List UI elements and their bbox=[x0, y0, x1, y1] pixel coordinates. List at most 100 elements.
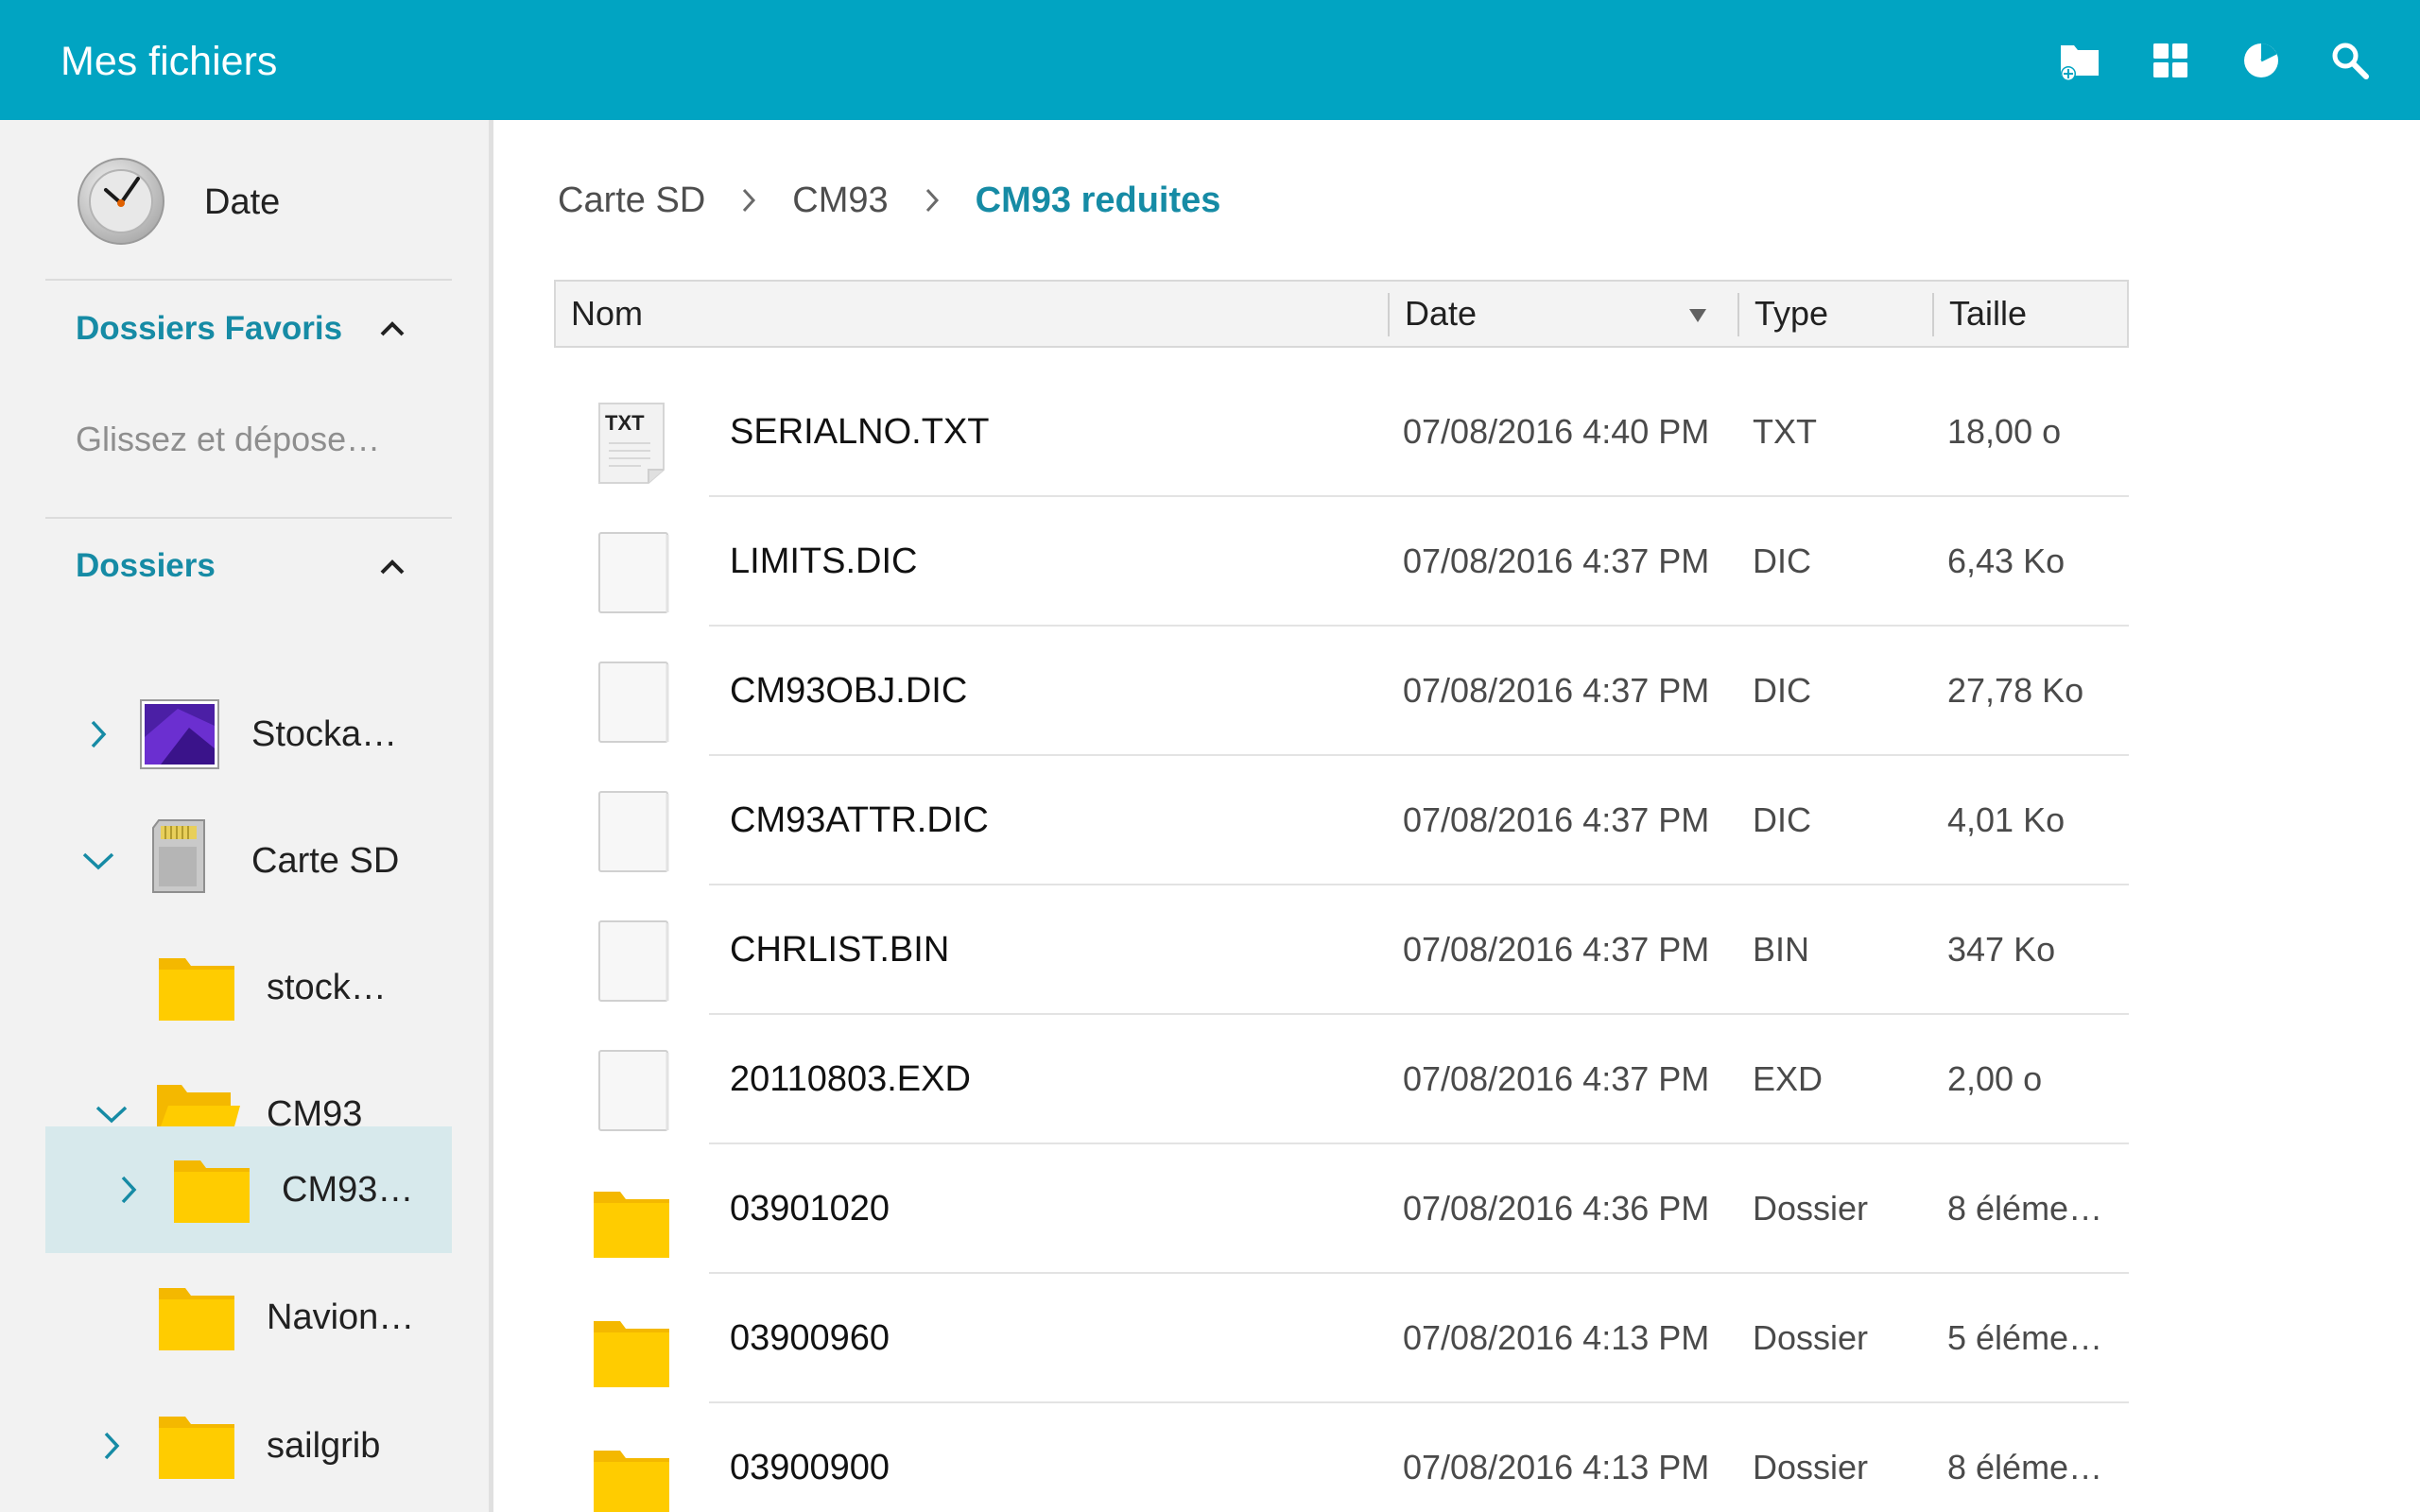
breadcrumb-separator bbox=[705, 180, 792, 221]
column-separator bbox=[1932, 293, 1934, 336]
file-name: LIMITS.DIC bbox=[730, 541, 918, 581]
breadcrumb: Carte SD CM93 CM93 reduites bbox=[558, 180, 1220, 221]
file-type: Dossier bbox=[1753, 1189, 1869, 1228]
grid-view-icon bbox=[2153, 43, 2187, 77]
sidebar-date-label: Date bbox=[204, 182, 281, 222]
column-header-date[interactable]: Date bbox=[1405, 282, 1717, 346]
chevron-down-icon bbox=[82, 852, 114, 870]
file-type: DIC bbox=[1753, 541, 1811, 580]
sort-descending-icon bbox=[1689, 309, 1706, 322]
tree-item-label: Carte SD bbox=[251, 841, 400, 881]
chevron-up-icon bbox=[380, 321, 405, 336]
chevron-right-icon bbox=[91, 720, 107, 748]
file-size: 18,00 o bbox=[1947, 412, 2062, 451]
file-name: 03900900 bbox=[730, 1448, 890, 1487]
expand-toggle[interactable] bbox=[110, 1171, 147, 1209]
device-storage-icon bbox=[140, 699, 219, 769]
column-header-type[interactable]: Type bbox=[1754, 282, 1934, 346]
file-name: SERIALNO.TXT bbox=[730, 412, 990, 452]
folder-tree-item-sailgrib[interactable]: sailgrib bbox=[45, 1383, 452, 1509]
folder-icon bbox=[174, 1160, 250, 1223]
tree-item-label: sailgrib bbox=[267, 1426, 381, 1466]
file-size: 8 éléme… bbox=[1947, 1448, 2103, 1486]
expand-toggle[interactable] bbox=[93, 1427, 130, 1465]
view-mode-button[interactable] bbox=[2142, 32, 2199, 89]
chevron-right-icon bbox=[121, 1176, 137, 1204]
folder-tree-item-internal-storage[interactable]: Stocka… bbox=[45, 671, 452, 798]
sd-card-icon bbox=[152, 819, 205, 893]
sidebar: Date Dossiers Favoris Glissez et dépose…… bbox=[0, 120, 493, 1512]
file-size: 8 éléme… bbox=[1947, 1189, 2103, 1228]
sidebar-date-item[interactable]: Date bbox=[0, 120, 489, 279]
folder-icon bbox=[594, 1192, 669, 1258]
favorites-drop-hint: Glissez et dépose… bbox=[76, 420, 381, 458]
folder-icon bbox=[594, 1451, 669, 1512]
folder-tree-item-sd-card[interactable]: Carte SD bbox=[45, 798, 452, 924]
divider bbox=[45, 517, 452, 519]
tree-item-label: stock… bbox=[267, 968, 387, 1007]
chevron-down-icon bbox=[95, 1106, 128, 1124]
column-header-date-label: Date bbox=[1405, 294, 1478, 333]
search-button[interactable] bbox=[2322, 32, 2378, 89]
app-bar: Mes fichiers bbox=[0, 0, 2420, 120]
file-type: EXD bbox=[1753, 1059, 1824, 1098]
divider bbox=[45, 279, 452, 281]
file-row[interactable]: 20110803.EXD 07/08/2016 4:37 PM EXD 2,00… bbox=[554, 1015, 2129, 1144]
file-type: Dossier bbox=[1753, 1448, 1869, 1486]
file-icon bbox=[598, 791, 669, 872]
file-name: CM93ATTR.DIC bbox=[730, 800, 989, 840]
storage-usage-button[interactable] bbox=[2233, 32, 2290, 89]
file-name: 03900960 bbox=[730, 1318, 890, 1358]
tree-item-label: Stocka… bbox=[251, 714, 398, 754]
expand-toggle[interactable] bbox=[79, 715, 117, 753]
file-type: DIC bbox=[1753, 671, 1811, 710]
folder-icon bbox=[159, 1288, 234, 1350]
folders-section-title[interactable]: Dossiers bbox=[76, 546, 216, 586]
folder-icon bbox=[159, 958, 234, 1021]
folder-icon bbox=[159, 1417, 234, 1479]
file-name: CM93OBJ.DIC bbox=[730, 671, 968, 711]
file-size: 6,43 Ko bbox=[1947, 541, 2066, 580]
favorites-section-title[interactable]: Dossiers Favoris bbox=[76, 309, 342, 349]
folder-tree-item-stock[interactable]: stock… bbox=[45, 924, 452, 1051]
collapse-toggle[interactable] bbox=[79, 842, 117, 880]
chevron-up-icon bbox=[380, 559, 405, 575]
file-size: 27,78 Ko bbox=[1947, 671, 2084, 710]
file-size: 347 Ko bbox=[1947, 930, 2056, 969]
file-name: 20110803.EXD bbox=[730, 1059, 971, 1099]
file-type: Dossier bbox=[1753, 1318, 1869, 1357]
breadcrumb-item-sd-card[interactable]: Carte SD bbox=[558, 180, 705, 221]
file-size: 4,01 Ko bbox=[1947, 800, 2066, 839]
folder-row[interactable]: 03900960 07/08/2016 4:13 PM Dossier 5 él… bbox=[554, 1274, 2129, 1403]
file-row[interactable]: TXT SERIALNO.TXT 07/08/2016 4:40 PM TXT … bbox=[554, 368, 2129, 497]
new-folder-button[interactable] bbox=[2051, 32, 2108, 89]
file-date: 07/08/2016 4:13 PM bbox=[1403, 1448, 1710, 1486]
file-size: 2,00 o bbox=[1947, 1059, 2043, 1098]
tree-item-label: Navion… bbox=[267, 1297, 415, 1337]
folder-row[interactable]: 03900900 07/08/2016 4:13 PM Dossier 8 él… bbox=[554, 1403, 2129, 1512]
column-header-size[interactable]: Taille bbox=[1949, 282, 2119, 346]
folder-tree-item-navionics[interactable]: Navion… bbox=[45, 1254, 452, 1381]
storage-pie-icon bbox=[2244, 43, 2278, 77]
file-date: 07/08/2016 4:37 PM bbox=[1403, 671, 1710, 710]
column-header-name[interactable]: Nom bbox=[571, 282, 1356, 346]
new-folder-icon bbox=[2061, 45, 2099, 81]
folder-icon bbox=[594, 1321, 669, 1387]
clock-icon bbox=[78, 158, 164, 245]
chevron-right-icon bbox=[925, 188, 939, 213]
file-row[interactable]: CM93ATTR.DIC 07/08/2016 4:37 PM DIC 4,01… bbox=[554, 756, 2129, 885]
favorites-collapse-button[interactable] bbox=[371, 307, 414, 351]
folders-collapse-button[interactable] bbox=[371, 545, 414, 589]
app-title: Mes fichiers bbox=[60, 39, 278, 84]
file-row[interactable]: LIMITS.DIC 07/08/2016 4:37 PM DIC 6,43 K… bbox=[554, 497, 2129, 627]
file-row[interactable]: CHRLIST.BIN 07/08/2016 4:37 PM BIN 347 K… bbox=[554, 885, 2129, 1015]
file-name: CHRLIST.BIN bbox=[730, 930, 950, 970]
file-size: 5 éléme… bbox=[1947, 1318, 2103, 1357]
breadcrumb-item-cm93[interactable]: CM93 bbox=[792, 180, 888, 221]
file-icon bbox=[598, 532, 669, 613]
file-row[interactable]: CM93OBJ.DIC 07/08/2016 4:37 PM DIC 27,78… bbox=[554, 627, 2129, 756]
folder-tree-item-cm93-reduites[interactable]: CM93… bbox=[45, 1126, 452, 1253]
folder-row[interactable]: 03901020 07/08/2016 4:36 PM Dossier 8 él… bbox=[554, 1144, 2129, 1274]
file-date: 07/08/2016 4:37 PM bbox=[1403, 800, 1710, 839]
file-type: BIN bbox=[1753, 930, 1810, 969]
